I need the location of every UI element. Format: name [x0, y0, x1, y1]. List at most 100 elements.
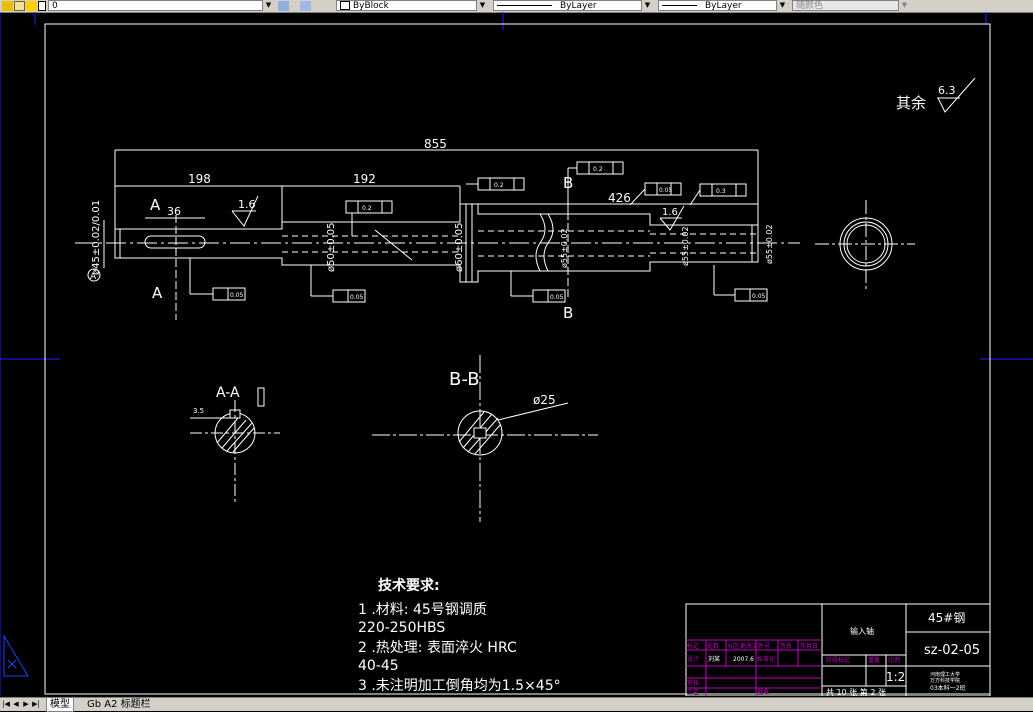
- tb-date: 2007.6: [733, 656, 754, 663]
- tol-i: 0.3: [716, 188, 726, 195]
- prev-tab-icon[interactable]: ◀: [12, 699, 20, 709]
- color-dropdown[interactable]: ByBlock: [336, 0, 488, 11]
- line-sample-icon: [662, 5, 697, 6]
- tol-a: 0.05: [230, 292, 244, 299]
- first-tab-icon[interactable]: |◀: [2, 699, 10, 709]
- section-a-bottom: A: [152, 284, 163, 302]
- section-aa: A-A 3.5: [190, 385, 280, 505]
- drawing-canvas[interactable]: 其余 6.3 855 198 192 426 36 1.6 1.6 ø45±0.…: [0, 12, 1033, 697]
- tech-line-5: 3 .未注明加工倒角均为1.5×45°: [358, 678, 561, 694]
- sun-icon[interactable]: [14, 1, 25, 11]
- lineweight-value: ByLayer: [705, 1, 742, 11]
- tb-designer: 刘某: [708, 655, 720, 663]
- layer-manager-icon[interactable]: [300, 1, 311, 11]
- section-b-bottom: B: [563, 304, 573, 322]
- tb-hdr-change: 更改文件号: [740, 642, 770, 650]
- linetype-dropdown[interactable]: ByLayer: [493, 0, 653, 11]
- rough-1-6-b: 1.6: [662, 207, 678, 218]
- viewport-frame: [0, 12, 1033, 696]
- color-value: ByBlock: [353, 1, 389, 11]
- tb-scale: 1:2: [886, 670, 905, 684]
- dia-60: ø60±0.05: [454, 223, 465, 273]
- tb-hdr-count: 处数: [707, 642, 719, 650]
- dia-45: ø45±0.02/0.01: [91, 200, 102, 275]
- roughness-label: 其余: [896, 94, 926, 112]
- tol-d: 0.05: [752, 293, 766, 300]
- last-tab-icon[interactable]: ▶|: [32, 699, 40, 709]
- layers-icon[interactable]: [278, 1, 289, 11]
- tb-hdr-sign: 签名: [780, 642, 792, 650]
- dim-198: 198: [188, 172, 211, 186]
- tol-g: 0.2: [593, 166, 603, 173]
- tol-f: 0.2: [494, 182, 504, 189]
- keyway-width: 3.5: [193, 407, 204, 415]
- section-a-top: A: [150, 196, 161, 214]
- dia-50: ø50±0.05: [326, 223, 337, 273]
- tb-hdr-zone: 分区: [727, 642, 739, 650]
- end-view: [815, 200, 915, 292]
- dim-192: 192: [353, 172, 376, 186]
- dia-55-c: ø55±0.02: [765, 224, 774, 264]
- tb-part-name: 输入轴: [850, 626, 874, 636]
- tb-hdr-date: 年月日: [800, 642, 818, 650]
- linetype-value: ByLayer: [560, 1, 597, 11]
- tb-weight: 重量: [868, 656, 880, 664]
- section-bb-title: B-B: [449, 369, 480, 390]
- color-swatch-icon: [340, 1, 350, 10]
- tb-approve: 批准: [757, 688, 769, 696]
- ucs-icon: [3, 634, 29, 677]
- tol-h: 0.05: [659, 187, 673, 194]
- tol-b: 0.05: [350, 294, 364, 301]
- tb-sheet-info: 共 10 张 第 2 张: [826, 687, 886, 696]
- color-swatch-icon: [38, 1, 46, 11]
- tol-e: 0.2: [362, 205, 372, 212]
- tech-line-4: 40-45: [358, 658, 399, 674]
- tb-school-1: 河南理工大学: [930, 671, 960, 678]
- tb-drawing-no: sz-02-05: [924, 643, 980, 658]
- dia-55-b: ø55±0.02: [681, 226, 690, 266]
- tech-line-2: 220-250HBS: [358, 620, 445, 636]
- tech-line-1: 1 .材料: 45号钢调质: [358, 602, 487, 618]
- tol-c: 0.05: [550, 294, 564, 301]
- next-tab-icon[interactable]: ▶: [22, 699, 30, 709]
- title-block: 标记 处数 分区 更改文件号 签名 年月日 设计 标准化 审核 工艺 批准 阶段…: [685, 603, 991, 697]
- rough-1-6-a: 1.6: [238, 198, 256, 211]
- tb-review: 审核: [687, 679, 699, 687]
- section-bb: B-B ø25: [372, 355, 598, 522]
- tab-layout[interactable]: Gb A2 标题栏: [84, 698, 154, 711]
- section-aa-title: A-A: [216, 385, 240, 401]
- chevron-down-icon[interactable]: ▼: [776, 0, 788, 11]
- dim-36: 36: [167, 205, 181, 218]
- roughness-value: 6.3: [938, 84, 956, 97]
- tb-hdr-mark: 标记: [687, 642, 699, 650]
- chevron-down-icon[interactable]: ▼: [476, 0, 488, 11]
- tb-process: 工艺: [687, 688, 699, 696]
- chevron-down-icon[interactable]: ▼: [898, 0, 910, 11]
- dim-855: 855: [424, 137, 447, 151]
- tech-line-3: 2 .热处理: 表面淬火 HRC: [358, 640, 517, 656]
- lineweight-dropdown[interactable]: ByLayer: [658, 0, 788, 11]
- layer-dropdown[interactable]: 0: [48, 0, 273, 11]
- tb-stage: 阶段标记: [826, 656, 850, 664]
- lock-icon[interactable]: [26, 1, 37, 11]
- datum-a: A: [90, 272, 97, 282]
- tb-class: 03本科一2班: [930, 684, 965, 692]
- roughness-note: 其余 6.3: [896, 77, 976, 113]
- line-sample-icon: [497, 5, 552, 6]
- tb-school-2: 万方科技学院: [930, 677, 960, 684]
- chevron-down-icon[interactable]: ▼: [641, 0, 653, 11]
- tech-requirements: 技术要求: 1 .材料: 45号钢调质 220-250HBS 2 .热处理: 表…: [358, 577, 561, 694]
- tb-design: 设计: [687, 655, 699, 663]
- tech-title: 技术要求:: [378, 577, 440, 594]
- tb-standard: 标准化: [757, 655, 775, 663]
- plotstyle-dropdown[interactable]: 随颜色: [792, 0, 910, 11]
- layer-state-icon[interactable]: [2, 1, 13, 11]
- layout-tabs: |◀ ◀ ▶ ▶| 模型 Gb A2 标题栏: [0, 697, 1033, 712]
- tb-ratio: 比例: [888, 656, 900, 664]
- drawing-border: [44, 23, 991, 695]
- tb-material: 45#钢: [928, 611, 965, 625]
- dim-426: 426: [608, 191, 631, 205]
- dia-25: ø25: [533, 393, 556, 407]
- drawing-svg: 其余 6.3 855 198 192 426 36 1.6 1.6 ø45±0.…: [0, 12, 1033, 697]
- chevron-down-icon[interactable]: ▼: [262, 0, 274, 11]
